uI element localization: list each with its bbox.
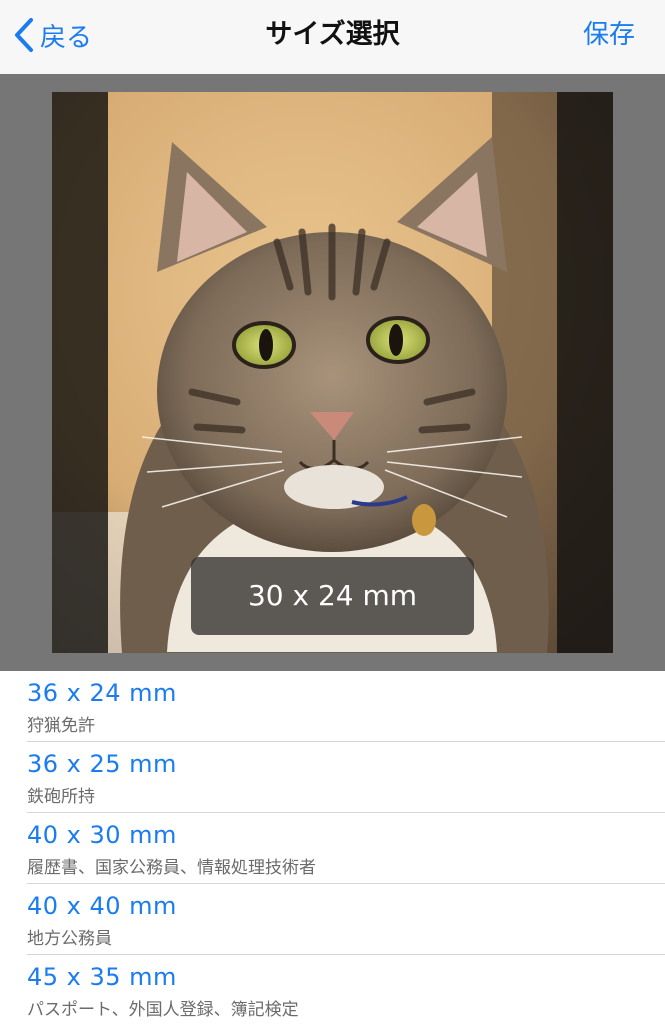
size-option-45x35[interactable]: 45 x 35 mm パスポート、外国人登録、簿記検定 <box>0 955 665 1024</box>
crop-mask-left <box>52 92 108 653</box>
size-option-dimensions: 45 x 35 mm <box>27 963 177 991</box>
size-option-usage: 履歴書、国家公務員、情報処理技術者 <box>27 858 316 878</box>
size-option-40x40[interactable]: 40 x 40 mm 地方公務員 <box>0 884 665 955</box>
size-option-usage: 狩猟免許 <box>27 716 95 736</box>
size-option-40x30[interactable]: 40 x 30 mm 履歴書、国家公務員、情報処理技術者 <box>0 813 665 884</box>
navigation-bar: 戻る サイズ選択 保存 <box>0 0 665 74</box>
size-option-dimensions: 40 x 30 mm <box>27 821 177 849</box>
crop-mask-right <box>557 92 613 653</box>
size-option-dimensions: 36 x 25 mm <box>27 750 177 778</box>
size-option-usage: パスポート、外国人登録、簿記検定 <box>27 1000 299 1020</box>
size-option-usage: 鉄砲所持 <box>27 787 95 807</box>
save-button[interactable]: 保存 <box>583 14 635 56</box>
page-title: サイズ選択 <box>265 19 400 50</box>
size-option-list: 36 x 24 mm 狩猟免許 36 x 25 mm 鉄砲所持 40 x 30 … <box>0 671 665 1024</box>
size-option-dimensions: 40 x 40 mm <box>27 892 177 920</box>
size-option-36x25[interactable]: 36 x 25 mm 鉄砲所持 <box>0 742 665 813</box>
current-size-label: 30 x 24 mm <box>191 557 474 635</box>
size-option-36x24[interactable]: 36 x 24 mm 狩猟免許 <box>0 671 665 742</box>
size-option-dimensions: 36 x 24 mm <box>27 679 177 707</box>
photo-crop-frame[interactable]: 30 x 24 mm <box>52 92 613 653</box>
size-option-usage: 地方公務員 <box>27 929 112 949</box>
photo-preview-area: 30 x 24 mm <box>0 74 665 671</box>
